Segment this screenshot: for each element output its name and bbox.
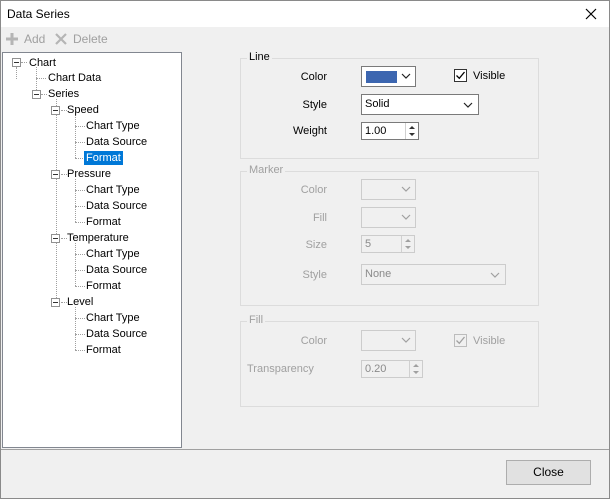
tree-line bbox=[75, 307, 76, 350]
collapse-icon[interactable] bbox=[51, 234, 60, 243]
tree-line bbox=[36, 78, 46, 79]
tree-node-chart-type[interactable]: Chart Type bbox=[84, 247, 142, 261]
spin-arrows-icon bbox=[405, 239, 411, 249]
tree-node-format-selected[interactable]: Format bbox=[84, 151, 123, 165]
chevron-down-icon bbox=[401, 73, 411, 79]
line-visible-checkbox[interactable] bbox=[454, 69, 467, 82]
delete-label: Delete bbox=[73, 32, 108, 46]
tree-node-pressure[interactable]: Pressure bbox=[65, 167, 113, 181]
spinner-buttons[interactable] bbox=[409, 361, 422, 377]
line-style-label: Style bbox=[302, 99, 327, 111]
tree-node-temperature[interactable]: Temperature bbox=[65, 231, 131, 245]
collapse-icon[interactable] bbox=[51, 106, 60, 115]
chevron-down-icon bbox=[463, 102, 473, 108]
tree-node-format[interactable]: Format bbox=[84, 215, 123, 229]
spinner-buttons[interactable] bbox=[401, 236, 414, 252]
tree-line bbox=[75, 243, 76, 286]
tree-line bbox=[16, 67, 17, 79]
collapse-icon[interactable] bbox=[32, 90, 41, 99]
marker-style-value: None bbox=[365, 268, 392, 280]
fill-color-label: Color bbox=[300, 335, 327, 347]
line-visible-label: Visible bbox=[473, 70, 506, 82]
line-color-dropdown[interactable] bbox=[361, 66, 416, 87]
tree-node-chart-type[interactable]: Chart Type bbox=[84, 311, 142, 325]
marker-group: Marker Color Fill Size 5 Style None bbox=[240, 164, 539, 306]
spin-arrows-icon bbox=[409, 126, 415, 136]
tree-node-chart[interactable]: Chart bbox=[27, 56, 58, 70]
tree-node-level[interactable]: Level bbox=[65, 295, 95, 309]
tree-node-data-source[interactable]: Data Source bbox=[84, 199, 149, 213]
marker-size-spinner[interactable]: 5 bbox=[361, 235, 415, 253]
collapse-icon[interactable] bbox=[12, 58, 21, 67]
chevron-down-icon bbox=[401, 214, 411, 220]
delete-x-icon bbox=[55, 33, 67, 45]
line-weight-label: Weight bbox=[292, 125, 327, 137]
tree-node-speed[interactable]: Speed bbox=[65, 103, 101, 117]
marker-group-title: Marker bbox=[247, 164, 286, 176]
line-style-value: Solid bbox=[365, 98, 390, 110]
line-group: Line Color Visible Style Solid Weight 1.… bbox=[240, 51, 539, 159]
line-weight-value: 1.00 bbox=[365, 125, 387, 137]
fill-visible-label: Visible bbox=[473, 335, 506, 347]
tree-line bbox=[75, 115, 76, 158]
chevron-down-icon bbox=[401, 186, 411, 192]
tree-node-data-source[interactable]: Data Source bbox=[84, 263, 149, 277]
plus-icon bbox=[6, 33, 18, 45]
spin-arrows-icon bbox=[413, 364, 419, 374]
series-tree[interactable]: Chart Chart Data Series Speed Chart Type… bbox=[2, 52, 182, 448]
tree-node-chart-type[interactable]: Chart Type bbox=[84, 183, 142, 197]
spinner-buttons[interactable] bbox=[405, 123, 418, 139]
marker-style-label: Style bbox=[302, 269, 327, 281]
tree-node-data-source[interactable]: Data Source bbox=[84, 327, 149, 341]
collapse-icon[interactable] bbox=[51, 298, 60, 307]
data-series-dialog: Data Series Add Delete Chart Chart Data … bbox=[0, 0, 610, 499]
tree-node-series[interactable]: Series bbox=[46, 87, 81, 101]
line-color-label: Color bbox=[300, 71, 327, 83]
checkmark-icon bbox=[456, 71, 466, 80]
marker-size-label: Size bbox=[305, 239, 327, 251]
tree-node-format[interactable]: Format bbox=[84, 279, 123, 293]
marker-color-dropdown[interactable] bbox=[361, 179, 416, 200]
chevron-down-icon bbox=[490, 272, 500, 278]
add-label: Add bbox=[24, 32, 46, 46]
marker-size-value: 5 bbox=[365, 238, 372, 250]
title-bar: Data Series bbox=[1, 1, 609, 27]
tree-node-format[interactable]: Format bbox=[84, 343, 123, 357]
fill-group: Fill Color Visible Transparency 0.20 bbox=[240, 314, 539, 407]
fill-group-title: Fill bbox=[247, 314, 266, 326]
fill-visible-checkbox[interactable] bbox=[454, 334, 467, 347]
delete-button[interactable]: Delete bbox=[53, 30, 108, 48]
fill-transparency-value: 0.20 bbox=[365, 363, 387, 375]
tree-node-chart-type[interactable]: Chart Type bbox=[84, 119, 142, 133]
close-button[interactable]: Close bbox=[506, 460, 591, 485]
marker-fill-dropdown[interactable] bbox=[361, 207, 416, 228]
tree-line bbox=[56, 99, 57, 304]
line-style-select[interactable]: Solid bbox=[361, 94, 479, 115]
window-title: Data Series bbox=[7, 7, 70, 21]
fill-transparency-spinner[interactable]: 0.20 bbox=[361, 360, 423, 378]
checkmark-icon bbox=[456, 336, 466, 345]
marker-fill-label: Fill bbox=[312, 212, 327, 224]
line-color-swatch bbox=[366, 71, 397, 83]
chevron-down-icon bbox=[401, 337, 411, 343]
marker-color-label: Color bbox=[300, 184, 327, 196]
marker-style-select[interactable]: None bbox=[361, 264, 506, 285]
line-weight-spinner[interactable]: 1.00 bbox=[361, 122, 419, 140]
fill-transparency-label: Transparency bbox=[247, 363, 314, 375]
close-icon[interactable] bbox=[581, 4, 601, 24]
tree-node-chart-data[interactable]: Chart Data bbox=[46, 71, 103, 85]
format-panel: Line Color Visible Style Solid Weight 1.… bbox=[183, 28, 609, 448]
tree-line bbox=[75, 179, 76, 222]
tree-node-data-source[interactable]: Data Source bbox=[84, 135, 149, 149]
add-button[interactable]: Add bbox=[4, 30, 45, 48]
collapse-icon[interactable] bbox=[51, 170, 60, 179]
tree-toolbar: Add Delete bbox=[1, 27, 181, 51]
line-group-title: Line bbox=[247, 51, 272, 63]
fill-color-dropdown[interactable] bbox=[361, 330, 416, 351]
